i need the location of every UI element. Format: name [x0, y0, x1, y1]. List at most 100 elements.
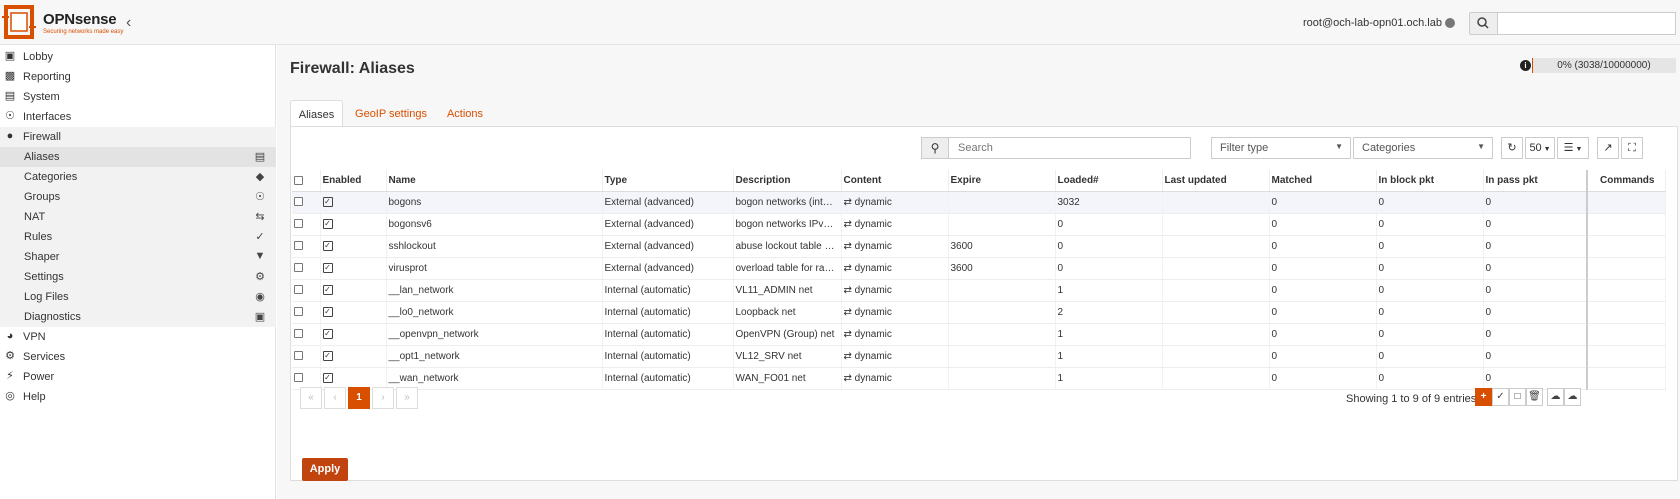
row-select-checkbox[interactable]	[292, 257, 321, 280]
sidebar-item-label: Help	[23, 391, 46, 403]
enabled-toggle[interactable]: ✓	[320, 191, 387, 214]
sidebar-item-power[interactable]: ⚡ Power	[0, 367, 276, 387]
table-row[interactable]: ✓ virusprot External (advanced) overload ta…	[292, 257, 1666, 280]
cell-commands	[1587, 191, 1666, 214]
cell-in-block: 0	[1376, 213, 1484, 236]
random-icon: ⇄	[843, 372, 855, 384]
add-alias-button[interactable]: +	[1475, 388, 1492, 406]
sidebar-item-reporting[interactable]: ▩ Reporting	[0, 67, 276, 87]
enabled-toggle[interactable]: ✓	[320, 367, 387, 390]
enabled-toggle[interactable]: ✓	[320, 323, 387, 346]
opnsense-logo[interactable]: OPNsense Securing networks made easy	[2, 5, 132, 41]
sidebar-item-help[interactable]: ◎ Help	[0, 387, 276, 407]
cell-loaded: 0	[1055, 235, 1163, 258]
table-row[interactable]: ✓ __wan_network Internal (automatic) WAN_FO…	[292, 367, 1666, 390]
info-icon[interactable]: i	[1520, 60, 1531, 71]
table-row[interactable]: ✓ __lo0_network Internal (automatic) Loopba…	[292, 301, 1666, 324]
export-button[interactable]: ↗	[1597, 137, 1619, 159]
tab-geoip-settings[interactable]: GeoIP settings	[347, 100, 435, 127]
fullscreen-button[interactable]: ⛶	[1621, 137, 1643, 159]
sidebar-item-vpn[interactable]: ◕ VPN	[0, 327, 276, 347]
search-input[interactable]: ⚲ Search	[921, 137, 1191, 159]
row-select-checkbox[interactable]	[292, 345, 321, 368]
enabled-toggle[interactable]: ✓	[320, 301, 387, 324]
columns-dropdown[interactable]: ☰ ▼	[1557, 137, 1589, 159]
filter-type-select[interactable]: Filter type ▼	[1211, 137, 1351, 159]
row-select-checkbox[interactable]	[292, 213, 321, 236]
cell-loaded: 1	[1055, 367, 1163, 390]
table-row[interactable]: ✓ bogonsv6 External (advanced) bogon networ…	[292, 213, 1666, 236]
table-row[interactable]: ✓ __lan_network Internal (automatic) VL11_A…	[292, 279, 1666, 302]
enabled-toggle[interactable]: ✓	[320, 257, 387, 280]
col-in-pass-pkt[interactable]: In pass pkt	[1483, 170, 1588, 192]
sidebar-subitem-shaper[interactable]: Shaper ▼	[0, 247, 276, 267]
tab-aliases[interactable]: Aliases	[290, 100, 343, 127]
table-row[interactable]: ✓ bogons External (advanced) bogon networks…	[292, 191, 1666, 214]
last-page-button[interactable]: »	[396, 387, 418, 409]
row-select-checkbox[interactable]	[292, 301, 321, 324]
cell-expire	[948, 191, 1056, 214]
sidebar-subitem-nat[interactable]: NAT ⇆	[0, 207, 276, 227]
col-enabled[interactable]: Enabled	[320, 170, 387, 192]
table-row[interactable]: ✓ sshlockout External (advanced) abuse lock…	[292, 235, 1666, 258]
search-button[interactable]	[1469, 12, 1498, 35]
cell-matched: 0	[1269, 345, 1377, 368]
page-1-button[interactable]: 1	[348, 387, 370, 409]
collapse-sidebar-icon[interactable]: ‹	[126, 14, 131, 32]
cell-in-pass: 0	[1483, 191, 1588, 214]
next-page-button[interactable]: ›	[372, 387, 394, 409]
enable-selected-button[interactable]: ✓	[1492, 388, 1509, 406]
sidebar-item-system[interactable]: ▤ System	[0, 87, 276, 107]
sidebar-item-interfaces[interactable]: ☉ Interfaces	[0, 107, 276, 127]
col-matched[interactable]: Matched	[1269, 170, 1377, 192]
row-select-checkbox[interactable]	[292, 279, 321, 302]
random-icon: ⇄	[843, 240, 855, 252]
enabled-toggle[interactable]: ✓	[320, 279, 387, 302]
enabled-toggle[interactable]: ✓	[320, 345, 387, 368]
first-page-button[interactable]: «	[300, 387, 322, 409]
col-type[interactable]: Type	[602, 170, 734, 192]
status-dot-icon[interactable]	[1445, 18, 1455, 28]
sidebar-item-services[interactable]: ⚙ Services	[0, 347, 276, 367]
col-last-updated[interactable]: Last updated	[1162, 170, 1270, 192]
upload-button[interactable]: ☁	[1564, 388, 1581, 406]
sidebar-subitem-settings[interactable]: Settings ⚙	[0, 267, 276, 287]
tab-actions[interactable]: Actions	[437, 100, 493, 127]
col-content[interactable]: Content	[841, 170, 949, 192]
fire-icon: ●	[6, 130, 14, 142]
disable-selected-button[interactable]: □	[1509, 388, 1526, 406]
table-row[interactable]: ✓ __openvpn_network Internal (automatic) Op…	[292, 323, 1666, 346]
download-button[interactable]: ☁	[1547, 388, 1564, 406]
col-description[interactable]: Description	[733, 170, 842, 192]
sidebar-subitem-groups[interactable]: Groups ☉	[0, 187, 276, 207]
cell-last-updated	[1162, 323, 1270, 346]
col-loaded[interactable]: Loaded#	[1055, 170, 1163, 192]
col-name[interactable]: Name	[386, 170, 603, 192]
prev-page-button[interactable]: ‹	[324, 387, 346, 409]
sidebar-item-firewall[interactable]: ● Firewall	[0, 127, 276, 147]
refresh-button[interactable]: ↻	[1501, 137, 1523, 159]
table-row[interactable]: ✓ __opt1_network Internal (automatic) VL12_…	[292, 345, 1666, 368]
col-in-block-pkt[interactable]: In block pkt	[1376, 170, 1484, 192]
categories-select[interactable]: Categories ▼	[1353, 137, 1493, 159]
sidebar-subitem-categories[interactable]: Categories ◆	[0, 167, 276, 187]
row-select-checkbox[interactable]	[292, 191, 321, 214]
current-user[interactable]: root@och-lab-opn01.och.lab	[1303, 17, 1442, 29]
page-title: Firewall: Aliases	[290, 60, 415, 77]
sidebar-subitem-diagnostics[interactable]: Diagnostics ▣	[0, 307, 276, 327]
sidebar-subitem-aliases[interactable]: Aliases ▤	[0, 147, 276, 167]
enabled-toggle[interactable]: ✓	[320, 235, 387, 258]
row-select-checkbox[interactable]	[292, 235, 321, 258]
delete-selected-button[interactable]: 🗑	[1526, 388, 1543, 406]
select-all-checkbox[interactable]	[292, 170, 321, 192]
row-select-checkbox[interactable]	[292, 323, 321, 346]
sidebar-subitem-log-files[interactable]: Log Files ◉	[0, 287, 276, 307]
sidebar-item-lobby[interactable]: ▣ Lobby	[0, 47, 276, 67]
enabled-toggle[interactable]: ✓	[320, 213, 387, 236]
col-expire[interactable]: Expire	[948, 170, 1056, 192]
apply-button[interactable]: Apply	[302, 458, 348, 481]
global-search-input[interactable]	[1497, 12, 1676, 35]
page-size-dropdown[interactable]: 50 ▼	[1525, 137, 1555, 159]
row-select-checkbox[interactable]	[292, 367, 321, 390]
sidebar-subitem-rules[interactable]: Rules ✓	[0, 227, 276, 247]
